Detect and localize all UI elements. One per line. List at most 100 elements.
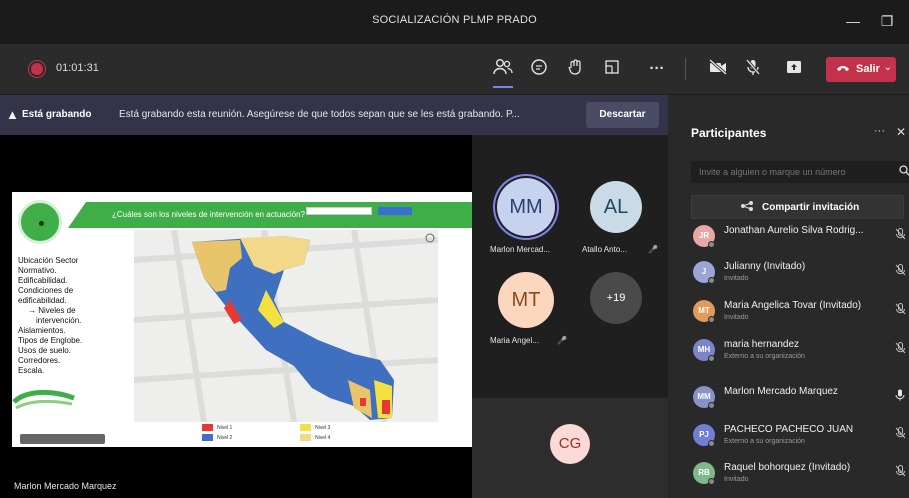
reactions-icon[interactable]: [564, 58, 588, 80]
slide-topic-item: Condiciones de: [18, 286, 74, 295]
close-icon[interactable]: ✕: [896, 125, 906, 139]
participants-panel: Participantes ··· ✕ Compartir invitación…: [668, 95, 909, 498]
participant-row[interactable]: J Julianny (Invitado) Invitado: [691, 255, 909, 289]
mic-off-icon: [895, 228, 906, 243]
active-tab-indicator: [493, 86, 513, 88]
phone-icon: [836, 62, 850, 77]
neighborhood-map: [134, 230, 438, 422]
chat-icon[interactable]: [527, 58, 551, 80]
more-icon[interactable]: ···: [645, 58, 669, 80]
participant-avatar[interactable]: MT: [498, 272, 554, 328]
share-link-icon: [740, 201, 754, 214]
panel-title: Participantes: [691, 126, 767, 140]
slide-topic-item: Usos de suelo.: [18, 346, 71, 355]
slideshow-controls[interactable]: [20, 434, 105, 444]
participants-icon[interactable]: [491, 58, 515, 80]
mic-off-icon[interactable]: [741, 58, 765, 80]
slide-topic-item: Edificabilidad.: [18, 276, 68, 285]
legend-label: Nivel 2: [217, 435, 233, 441]
recording-icon: [31, 63, 43, 75]
more-participants-button[interactable]: +19: [590, 272, 642, 324]
slide-footer-logo: [12, 389, 75, 410]
participant-tile-name: Atallo Anto...: [582, 245, 627, 254]
participant-avatar[interactable]: AL: [590, 181, 642, 233]
toolbar-divider: [685, 58, 686, 80]
participant-name: Jonathan Aurelio Silva Rodrig...: [724, 225, 864, 236]
participant-tile-name: Marlon Mercad...: [490, 245, 551, 254]
slide-topic-item: Tipos de Englobe.: [18, 336, 83, 345]
participant-role: Invitado: [724, 314, 749, 321]
more-options-icon[interactable]: ···: [874, 125, 885, 137]
meeting-title: SOCIALIZACIÓN PLMP PRADO: [372, 14, 537, 26]
minimize-icon[interactable]: —: [842, 10, 864, 32]
leave-button[interactable]: Salir ⌄: [826, 57, 896, 82]
legend-swatch: [202, 434, 213, 441]
participant-row[interactable]: RB Raquel bohorquez (Invitado) Invitado: [691, 456, 909, 490]
participant-row[interactable]: MT Maria Angelica Tovar (Invitado) Invitad…: [691, 294, 909, 328]
presence-icon: [708, 355, 715, 362]
participant-row[interactable]: MH maria hernandez Externo a su organizaci…: [691, 333, 909, 367]
rooms-icon[interactable]: [600, 58, 624, 80]
slide-topic-item: Aislamientos.: [18, 326, 66, 335]
slide-logo-circle: [18, 200, 62, 244]
presence-icon: [708, 316, 715, 323]
participant-name: Marlon Mercado Marquez: [724, 386, 838, 397]
dismiss-button[interactable]: Descartar: [586, 102, 659, 128]
slide-topic-item: Corredores.: [18, 356, 61, 365]
mic-off-icon: [895, 342, 906, 357]
mic-off-icon: [895, 264, 906, 279]
chevron-down-icon[interactable]: ⌄: [884, 62, 892, 73]
mic-on-icon: [895, 389, 905, 404]
presence-icon: [708, 402, 715, 409]
invite-field[interactable]: [691, 161, 909, 183]
slide-topic-item: → Niveles de: [28, 306, 76, 315]
slide-topic-item: Ubicación Sector: [18, 256, 79, 265]
participant-role: Invitado: [724, 476, 749, 483]
legend-swatch: [300, 424, 311, 431]
maximize-icon[interactable]: ❐: [876, 10, 898, 32]
legend-label: Nivel 4: [315, 435, 331, 441]
meeting-toolbar: 01:01:31 ··· Salir ⌄: [0, 44, 909, 94]
participant-row[interactable]: PJ PACHECO PACHECO JUAN Externo a su organ…: [691, 418, 909, 452]
participant-role: Invitado: [724, 275, 749, 282]
presenter-name: Marlon Mercado Marquez: [14, 481, 117, 491]
presence-icon: [708, 440, 715, 447]
legend-label: Nivel 1: [217, 425, 233, 431]
recording-banner-title: Está grabando: [22, 109, 92, 120]
legend-swatch: [300, 434, 311, 441]
camera-off-icon[interactable]: [706, 58, 730, 80]
participant-tile-name: Maria Angel...: [490, 336, 539, 345]
share-icon[interactable]: [782, 58, 806, 80]
mic-off-icon: 🎤: [557, 336, 567, 345]
title-bar: SOCIALIZACIÓN PLMP PRADO — ❐: [0, 0, 909, 44]
mic-off-icon: [895, 465, 906, 480]
search-icon[interactable]: [899, 165, 909, 179]
warning-icon: ▲: [6, 107, 19, 122]
participant-name: PACHECO PACHECO JUAN: [724, 424, 854, 435]
presence-icon: [708, 277, 715, 284]
share-invitation-button[interactable]: Compartir invitación: [691, 195, 904, 219]
presence-icon: [708, 478, 715, 485]
presence-icon: [708, 241, 715, 248]
participant-avatar[interactable]: MM: [497, 178, 555, 236]
participant-row[interactable]: MM Marlon Mercado Marquez: [691, 380, 909, 414]
participant-role: Externo a su organización: [724, 438, 805, 445]
participant-name: Julianny (Invitado): [724, 261, 806, 272]
slide-question: ¿Cuáles son los niveles de intervención …: [112, 210, 306, 219]
share-invitation-label: Compartir invitación: [762, 202, 860, 213]
slide-topic-item: Escala.: [18, 366, 45, 375]
slide-header-band: ¿Cuáles son los niveles de intervención …: [68, 202, 472, 228]
shared-screen: ¿Cuáles son los niveles de intervención …: [12, 192, 472, 447]
participant-name: Raquel bohorquez (Invitado): [724, 462, 851, 473]
participant-row[interactable]: JR Jonathan Aurelio Silva Rodrig...: [691, 219, 909, 253]
participant-name: maria hernandez: [724, 339, 800, 350]
leave-button-label: Salir: [856, 63, 880, 75]
recording-banner-message: Está grabando esta reunión. Asegúrese de…: [119, 109, 520, 120]
recording-banner: ▲ Está grabando Está grabando esta reuni…: [0, 95, 668, 135]
participant-name: Maria Angelica Tovar (Invitado): [724, 300, 862, 311]
mic-off-icon: 🎤: [648, 245, 658, 254]
slide-topic-item: Normativo.: [18, 266, 57, 275]
mic-off-icon: [895, 303, 906, 318]
invite-input[interactable]: [691, 161, 891, 183]
participant-tile-cg[interactable]: CG: [472, 398, 668, 498]
